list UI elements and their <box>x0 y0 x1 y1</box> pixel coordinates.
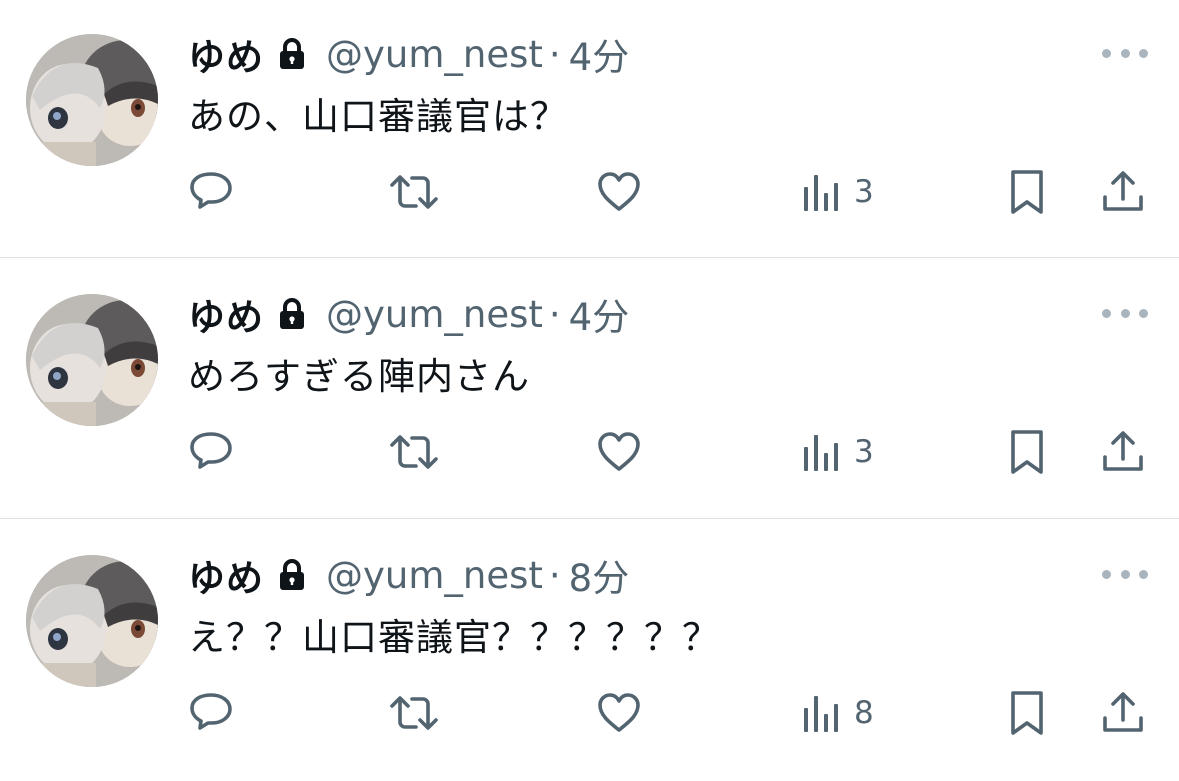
share-icon <box>1103 692 1143 732</box>
bookmark-icon <box>1011 430 1043 474</box>
lock-icon <box>278 559 306 591</box>
more-icon[interactable] <box>1102 44 1148 62</box>
separator-dot: · <box>548 292 561 336</box>
share-button[interactable] <box>1100 687 1146 739</box>
views-button[interactable]: 3 <box>800 426 874 478</box>
tweet-item[interactable]: ゆめ @yum_nest · 8分 え？？山口審議官？？？？？？ 8 <box>0 521 1179 781</box>
share-button[interactable] <box>1100 426 1146 478</box>
like-button[interactable] <box>596 166 642 218</box>
lock-icon <box>278 298 306 330</box>
timestamp[interactable]: 4分 <box>569 287 630 341</box>
display-name[interactable]: ゆめ <box>188 287 264 341</box>
reply-button[interactable] <box>188 426 234 478</box>
retweet-button[interactable] <box>388 426 440 478</box>
like-button[interactable] <box>596 426 642 478</box>
heart-icon <box>598 432 640 471</box>
more-icon[interactable] <box>1102 565 1148 583</box>
timestamp[interactable]: 4分 <box>569 27 630 81</box>
views-button[interactable]: 8 <box>800 687 874 739</box>
retweet-button[interactable] <box>388 166 440 218</box>
reply-icon <box>190 693 232 730</box>
handle[interactable]: @yum_nest <box>326 293 543 336</box>
bookmark-button[interactable] <box>1004 166 1050 218</box>
avatar[interactable] <box>26 34 158 166</box>
divider <box>0 257 1179 258</box>
more-icon[interactable] <box>1102 304 1148 322</box>
avatar[interactable] <box>26 294 158 426</box>
separator-dot: · <box>548 32 561 76</box>
bookmark-button[interactable] <box>1004 687 1050 739</box>
share-button[interactable] <box>1100 166 1146 218</box>
tweet-header: ゆめ @yum_nest · 4分 <box>188 28 629 80</box>
retweet-icon <box>390 435 438 469</box>
handle[interactable]: @yum_nest <box>326 33 543 76</box>
handle[interactable]: @yum_nest <box>326 554 543 597</box>
retweet-icon <box>390 175 438 209</box>
avatar[interactable] <box>26 555 158 687</box>
tweet-text: あの、山口審議官は？ <box>188 95 568 138</box>
display-name[interactable]: ゆめ <box>188 548 264 602</box>
tweet-item[interactable]: ゆめ @yum_nest · 4分 めろすぎる陣内さん 3 <box>0 260 1179 520</box>
tweet-header: ゆめ @yum_nest · 4分 <box>188 288 629 340</box>
tweet-text: え？？山口審議官？？？？？？ <box>188 616 720 659</box>
reply-icon <box>190 432 232 469</box>
views-button[interactable]: 3 <box>800 166 874 218</box>
divider <box>0 518 1179 519</box>
views-icon <box>804 696 838 732</box>
bookmark-icon <box>1011 691 1043 735</box>
display-name[interactable]: ゆめ <box>188 27 264 81</box>
retweet-button[interactable] <box>388 687 440 739</box>
views-count: 8 <box>854 695 874 731</box>
tweet-header: ゆめ @yum_nest · 8分 <box>188 549 629 601</box>
reply-button[interactable] <box>188 687 234 739</box>
tweet-text: めろすぎる陣内さん <box>188 355 530 398</box>
heart-icon <box>598 693 640 732</box>
bookmark-icon <box>1011 170 1043 214</box>
lock-icon <box>278 38 306 70</box>
retweet-icon <box>390 696 438 730</box>
tweet-item[interactable]: ゆめ @yum_nest · 4分 あの、山口審議官は？ 3 <box>0 0 1179 260</box>
views-count: 3 <box>854 174 874 210</box>
views-count: 3 <box>854 434 874 470</box>
separator-dot: · <box>548 553 561 597</box>
like-button[interactable] <box>596 687 642 739</box>
reply-icon <box>190 172 232 209</box>
timestamp[interactable]: 8分 <box>569 548 630 602</box>
views-icon <box>804 175 838 211</box>
bookmark-button[interactable] <box>1004 426 1050 478</box>
share-icon <box>1103 171 1143 211</box>
views-icon <box>804 435 838 471</box>
reply-button[interactable] <box>188 166 234 218</box>
share-icon <box>1103 431 1143 471</box>
heart-icon <box>598 172 640 211</box>
